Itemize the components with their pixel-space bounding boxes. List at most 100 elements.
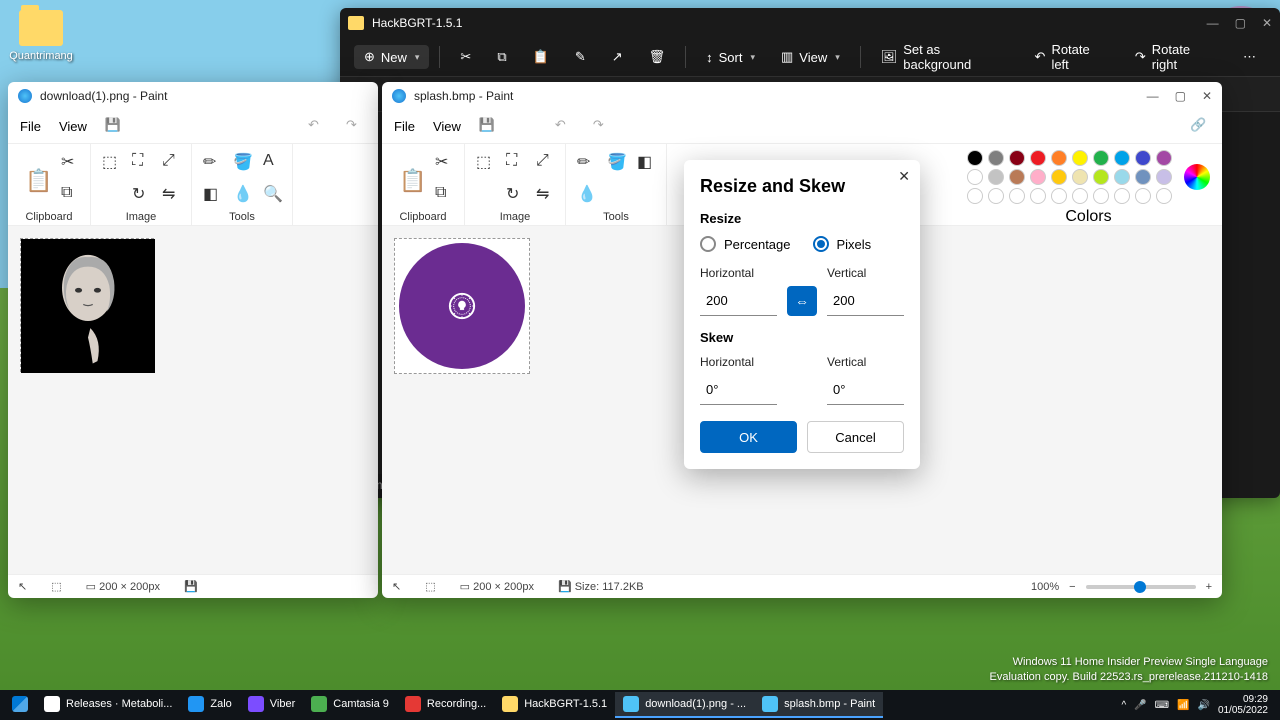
crop-icon[interactable]: ⛶ [132,152,150,170]
more-button[interactable]: ⋯ [1233,45,1266,69]
delete-button[interactable]: 🗑 [639,45,676,69]
taskbar-item[interactable]: download(1).png - ... [615,692,754,718]
skew-h-input[interactable] [700,375,777,405]
taskbar-item[interactable]: splash.bmp - Paint [754,692,883,718]
radio-percentage[interactable]: Percentage [700,236,791,252]
file-menu[interactable]: File [394,119,415,134]
color-wheel-icon[interactable] [1184,164,1210,190]
picker-icon[interactable]: 💧 [233,184,251,202]
skew-v-input[interactable] [827,375,904,405]
new-button[interactable]: ⊕New▾ [354,45,429,69]
paint1-titlebar[interactable]: download(1).png - Paint [8,82,378,110]
cut-icon[interactable]: ✂ [61,152,79,170]
copy-button[interactable]: ⧉ [487,45,516,69]
color-swatch[interactable] [1072,169,1088,185]
color-swatch[interactable] [967,150,983,166]
flip-icon[interactable]: ⇋ [536,184,554,202]
color-swatch[interactable] [1030,169,1046,185]
pencil-icon[interactable]: ✏ [577,152,595,170]
taskbar-item[interactable]: Zalo [180,692,239,718]
tray-lang-icon[interactable]: ⌨ [1155,700,1169,711]
start-button[interactable] [4,692,36,718]
radio-pixels[interactable]: Pixels [813,236,872,252]
explorer-titlebar[interactable]: HackBGRT-1.5.1 — ▢ ✕ [340,8,1280,38]
color-swatch[interactable] [1051,150,1067,166]
color-swatch[interactable] [1135,188,1151,204]
tray-wifi-icon[interactable]: 📶 [1177,700,1189,711]
color-swatch[interactable] [1135,150,1151,166]
view-button[interactable]: ▥ View▾ [771,45,850,69]
color-palette[interactable] [967,150,1174,204]
taskbar-item[interactable]: Viber [240,692,303,718]
color-swatch[interactable] [1093,169,1109,185]
fill-icon[interactable]: 🪣 [607,152,625,170]
tray-mic-icon[interactable]: 🎤 [1134,700,1146,711]
cancel-button[interactable]: Cancel [807,421,904,453]
color-swatch[interactable] [1156,188,1172,204]
maximize-icon[interactable]: ▢ [1175,89,1186,103]
resize-icon[interactable]: ⤢ [162,152,180,170]
color-swatch[interactable] [1114,169,1130,185]
paint1-canvas-area[interactable] [8,226,378,574]
paste-icon[interactable]: 📋 [25,168,43,186]
taskbar-item[interactable]: Recording... [397,692,494,718]
rotate-icon[interactable]: ↻ [506,184,524,202]
color-swatch[interactable] [988,188,1004,204]
flip-icon[interactable]: ⇋ [162,184,180,202]
color-swatch[interactable] [1093,188,1109,204]
taskbar-item[interactable]: Releases · Metaboli... [36,692,180,718]
tray-volume-icon[interactable]: 🔊 [1197,700,1209,711]
aspect-lock-button[interactable]: ⇔ [787,286,817,316]
save-icon[interactable]: 💾 [479,117,499,137]
fill-icon[interactable]: 🪣 [233,152,251,170]
view-menu[interactable]: View [59,119,87,134]
select-icon[interactable]: ⬚ [476,152,494,170]
close-icon[interactable]: ✕ [898,168,910,185]
desktop-folder-quantrimang[interactable]: Quantrimang [6,10,76,62]
taskbar-item[interactable]: HackBGRT-1.5.1 [494,692,615,718]
rotate-right-button[interactable]: ↷ Rotate right [1125,38,1227,76]
color-swatch[interactable] [1051,169,1067,185]
color-swatch[interactable] [1114,150,1130,166]
color-swatch[interactable] [1156,150,1172,166]
color-swatch[interactable] [1093,150,1109,166]
minimize-icon[interactable]: — [1207,16,1219,30]
copy-icon[interactable]: ⧉ [61,184,79,202]
undo-icon[interactable]: ↶ [555,117,575,137]
zoom-in-button[interactable]: + [1206,581,1212,593]
select-icon[interactable]: ⬚ [102,152,120,170]
color-swatch[interactable] [1114,188,1130,204]
zoom-slider[interactable] [1086,585,1196,589]
color-swatch[interactable] [1009,150,1025,166]
paste-button[interactable]: 📋 [523,45,559,69]
vertical-input[interactable] [827,286,904,316]
resize-icon[interactable]: ⤢ [536,152,554,170]
maximize-icon[interactable]: ▢ [1235,16,1246,30]
color-swatch[interactable] [1051,188,1067,204]
share-button[interactable]: ↗ [602,45,633,69]
redo-icon[interactable]: ↷ [593,117,613,137]
color-swatch[interactable] [1135,169,1151,185]
rename-button[interactable]: ✎ [565,45,596,69]
color-swatch[interactable] [967,169,983,185]
close-icon[interactable]: ✕ [1262,16,1272,30]
close-icon[interactable]: ✕ [1202,89,1212,103]
color-swatch[interactable] [1030,188,1046,204]
ok-button[interactable]: OK [700,421,797,453]
crop-icon[interactable]: ⛶ [506,152,524,170]
rotate-left-button[interactable]: ↶ Rotate left [1025,38,1119,76]
save-icon[interactable]: 💾 [105,117,125,137]
paint2-titlebar[interactable]: splash.bmp - Paint — ▢ ✕ [382,82,1222,110]
cut-icon[interactable]: ✂ [435,152,453,170]
copy-icon[interactable]: ⧉ [435,184,453,202]
paste-icon[interactable]: 📋 [399,168,417,186]
system-tray[interactable]: ^ 🎤 ⌨ 📶 🔊 09:29 01/05/2022 [1121,694,1276,716]
color-swatch[interactable] [988,169,1004,185]
rotate-icon[interactable]: ↻ [132,184,150,202]
redo-icon[interactable]: ↷ [346,117,366,137]
pencil-icon[interactable]: ✏ [203,152,221,170]
color-swatch[interactable] [1072,150,1088,166]
tray-chevron-icon[interactable]: ^ [1121,700,1126,711]
color-swatch[interactable] [1156,169,1172,185]
undo-icon[interactable]: ↶ [308,117,328,137]
